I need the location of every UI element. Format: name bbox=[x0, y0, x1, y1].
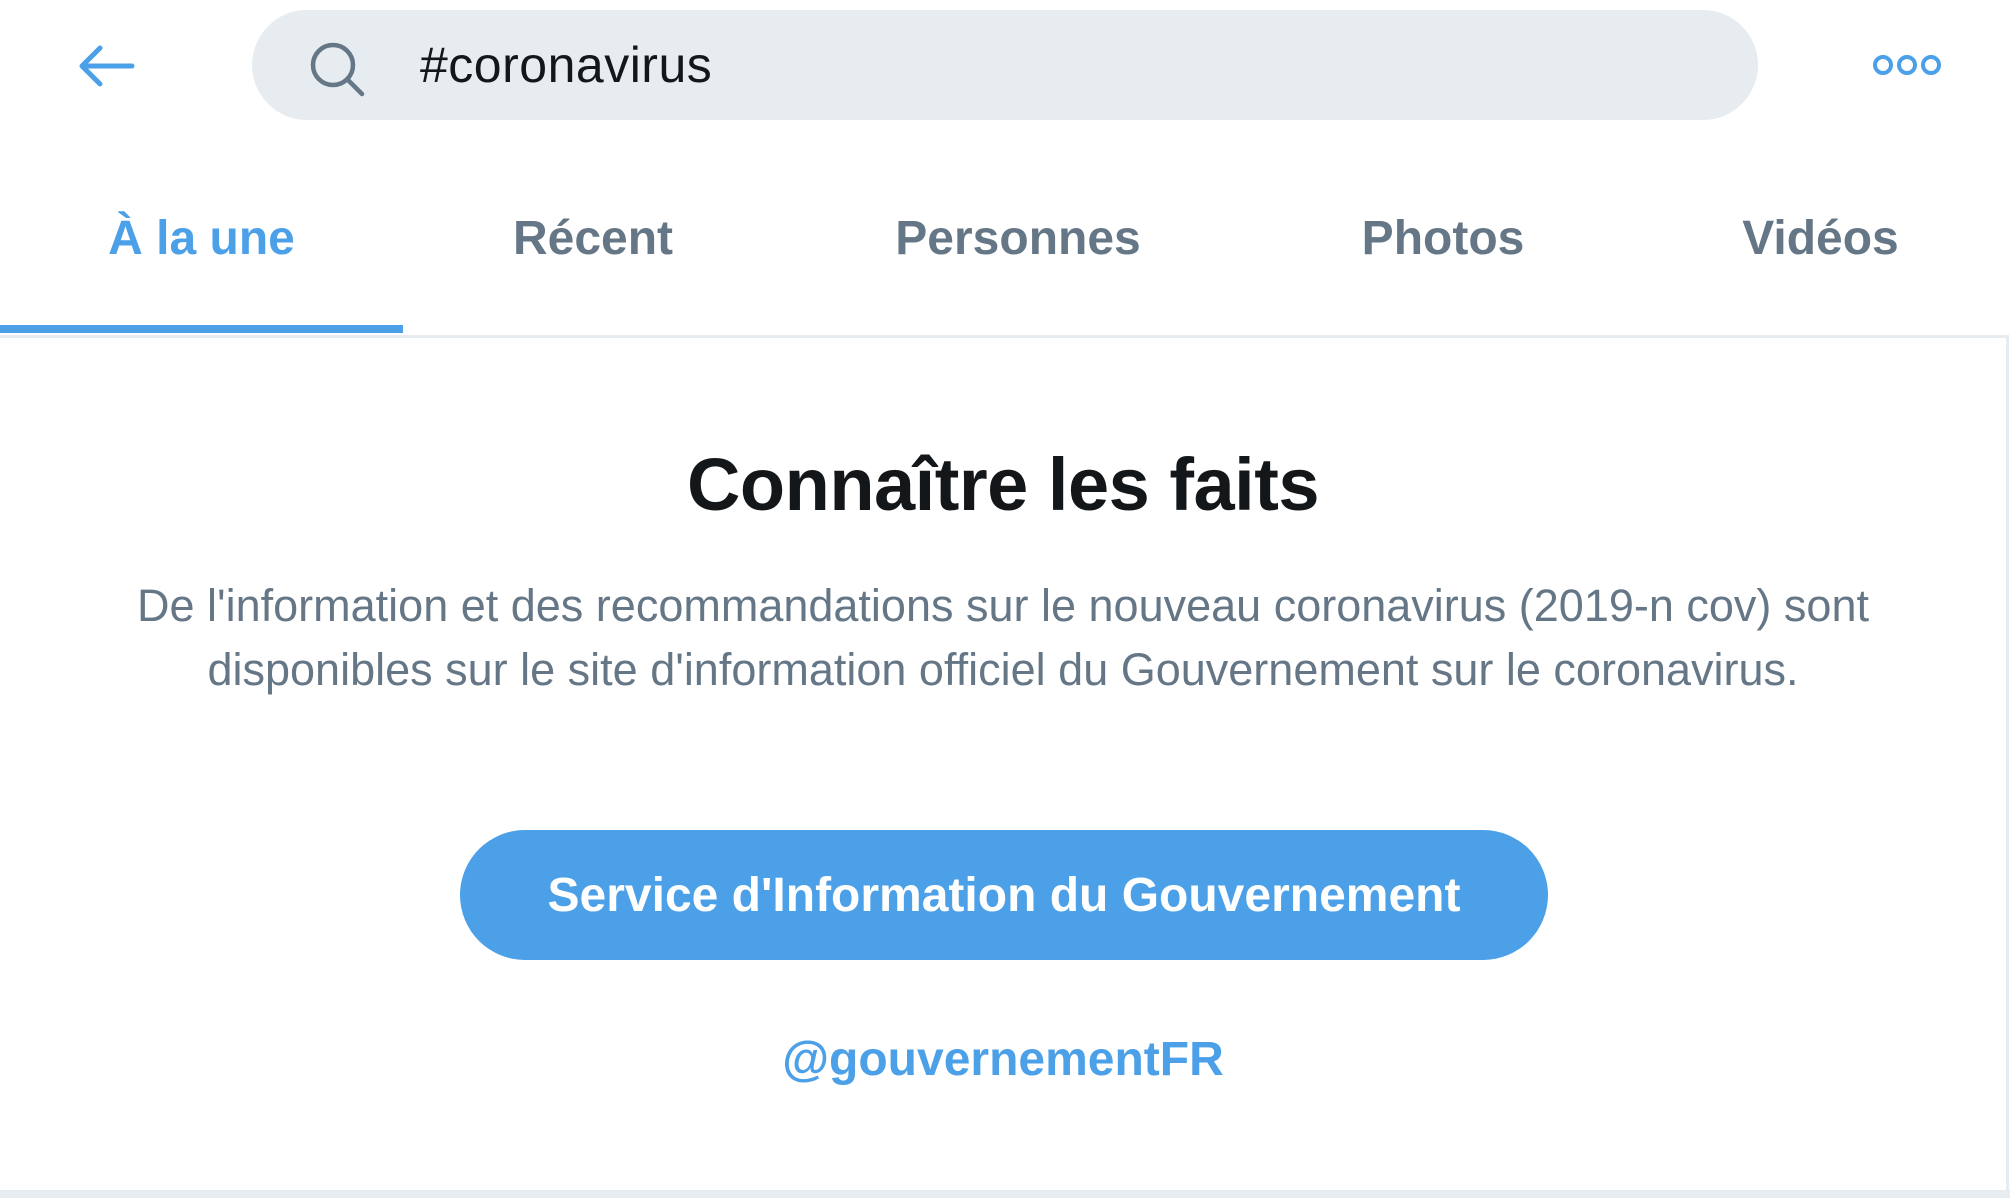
prompt-description: De l'information et des recommandations … bbox=[137, 580, 1869, 695]
bottom-divider bbox=[0, 1190, 2010, 1198]
search-icon bbox=[310, 42, 365, 97]
tab-people[interactable]: Personnes bbox=[783, 175, 1253, 330]
tab-recent[interactable]: Récent bbox=[403, 175, 783, 330]
tab-photos[interactable]: Photos bbox=[1253, 175, 1633, 330]
search-tabs: À la une Récent Personnes Photos Vidéos bbox=[0, 175, 2008, 338]
arrow-left-icon bbox=[79, 45, 135, 87]
column-divider bbox=[2006, 335, 2009, 1198]
search-bar[interactable]: #coronavirus bbox=[252, 10, 1758, 120]
more-options-icon bbox=[1873, 55, 1941, 75]
more-options-button[interactable] bbox=[1866, 40, 1948, 90]
tab-top[interactable]: À la une bbox=[0, 175, 403, 330]
active-tab-indicator bbox=[0, 325, 403, 333]
prompt-title: Connaître les faits bbox=[686, 443, 1320, 526]
back-button[interactable] bbox=[66, 30, 146, 102]
top-bar: #coronavirus bbox=[0, 0, 2010, 140]
government-handle-link[interactable]: @gouvernementFR bbox=[0, 1032, 2006, 1087]
government-info-button[interactable]: Service d'Information du Gouvernement bbox=[460, 830, 1548, 960]
search-input[interactable]: #coronavirus bbox=[420, 10, 712, 120]
tab-videos[interactable]: Vidéos bbox=[1633, 175, 2008, 330]
